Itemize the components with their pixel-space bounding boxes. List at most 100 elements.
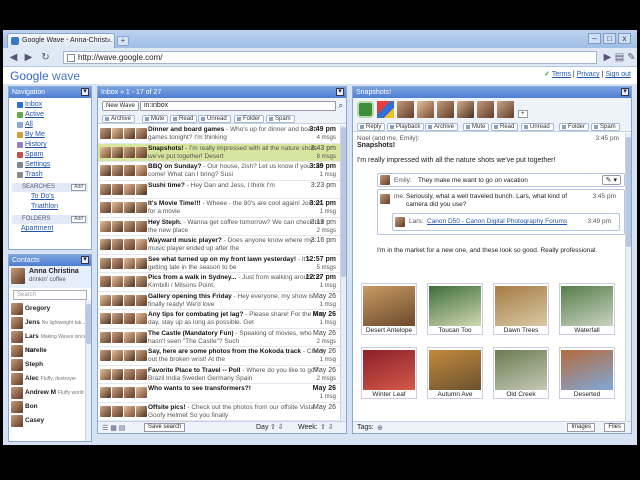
reply-blip-lars[interactable]: Lars: Canon D50 - Canon Digital Photogra…: [392, 213, 620, 231]
spam-button[interactable]: Spam: [591, 123, 620, 131]
wave-row[interactable]: Sushi time? - Hey Dan and Jess, I think …: [98, 181, 340, 199]
photo-thumbnail[interactable]: Desert Antelope: [361, 283, 417, 335]
contact-item[interactable]: Andrew M Fluffy world: [9, 386, 91, 400]
add-folder-button[interactable]: Add: [71, 216, 86, 223]
wave-row[interactable]: It's Movie Time!!! - Wheee - the 80's ar…: [98, 199, 340, 218]
save-search-button[interactable]: Save search: [144, 423, 186, 432]
wave-row[interactable]: Hey Steph. - Wanna get coffee tomorrow? …: [98, 218, 340, 236]
contact-item[interactable]: Gregory: [9, 302, 91, 316]
close-window-button[interactable]: x: [618, 33, 631, 44]
camera-link[interactable]: Canon D50 - Canon Digital Photography Fo…: [427, 218, 567, 225]
folder-apartment[interactable]: Apartment: [9, 224, 91, 234]
contact-item[interactable]: Bon: [9, 400, 91, 414]
contact-item[interactable]: Casey: [9, 414, 91, 428]
sidebar-item-inbox[interactable]: Inbox: [17, 100, 91, 110]
close-tab-icon[interactable]: ×: [106, 34, 111, 47]
wave-row[interactable]: The Castle (Mandatory Fun) - Speaking of…: [98, 329, 340, 347]
contact-item[interactable]: Steph: [9, 358, 91, 372]
sidebar-item-by-me[interactable]: By Me: [17, 130, 91, 140]
sign-out-link[interactable]: Sign out: [605, 71, 631, 78]
reply-button[interactable]: Reply: [357, 123, 386, 131]
day-arrows-icon[interactable]: ⇧ ⇩: [270, 423, 284, 431]
sidebar-item-all[interactable]: All: [17, 120, 91, 130]
read-button[interactable]: Read: [491, 123, 519, 131]
page-icon: [67, 54, 75, 62]
wave-row[interactable]: BBQ on Sunday? - Our house, 2ish? Let us…: [98, 162, 340, 181]
photo-thumbnail[interactable]: Deserted: [559, 347, 615, 399]
browser-tab[interactable]: Google Wave - Anna-Christ... ×: [7, 33, 115, 48]
wave-row[interactable]: Offsite pics! - Check out the photos fro…: [98, 403, 340, 421]
collapse-icon[interactable]: ▾: [81, 88, 89, 96]
playback-button[interactable]: Playback: [387, 123, 425, 131]
contact-item[interactable]: Narelle: [9, 344, 91, 358]
search-todos[interactable]: To Do's: [9, 192, 91, 202]
search-triathlon[interactable]: Triathlon: [9, 202, 91, 212]
wave-row[interactable]: Pics from a walk in Sydney... - Just fro…: [98, 273, 340, 292]
wave-row[interactable]: Wayward music player? - Does anyone know…: [98, 236, 340, 255]
reply-blip-emily[interactable]: Emily: They make me want to go on vacati…: [377, 173, 625, 187]
photo-thumbnail[interactable]: Toucan Too: [427, 283, 483, 335]
archive-button[interactable]: Archive: [102, 115, 136, 123]
wave-row[interactable]: See what turned up on my front lawn yest…: [98, 255, 340, 273]
view-list-icon[interactable]: ☰ ▦ ▤: [102, 424, 125, 432]
contacts-search-input[interactable]: Search: [13, 290, 87, 300]
address-bar[interactable]: http://wave.google.com/: [63, 51, 597, 64]
collapse-icon[interactable]: ▾: [81, 256, 89, 264]
contact-item[interactable]: Jens No lightweight tak...: [9, 316, 91, 330]
contact-item[interactable]: Alec Fluffy, destroyer: [9, 372, 91, 386]
new-tab-button[interactable]: +: [117, 36, 129, 46]
unread-button[interactable]: Unread: [521, 123, 554, 131]
wrench-icon[interactable]: ✎: [625, 51, 638, 64]
collapse-icon[interactable]: ▾: [621, 88, 629, 96]
photo-thumbnail[interactable]: Old Creek: [493, 347, 549, 399]
photo-thumbnail[interactable]: Winter Leaf: [361, 347, 417, 399]
wave-row[interactable]: Who wants to see transformers?! May 26 1 m…: [98, 384, 340, 403]
wave-row[interactable]: Dinner and board games - Who's up for di…: [98, 125, 340, 144]
collapse-icon[interactable]: ▾: [336, 88, 344, 96]
spam-button[interactable]: Spam: [266, 115, 295, 123]
read-button[interactable]: Read: [170, 115, 198, 123]
maximize-button[interactable]: □: [603, 33, 616, 44]
wave-row[interactable]: Snapshots! - I'm really impressed with a…: [98, 143, 340, 162]
sidebar-item-spam[interactable]: Spam: [17, 150, 91, 160]
wave-scrollbar[interactable]: [625, 133, 631, 421]
new-wave-button[interactable]: New Wave: [102, 101, 139, 111]
contacts-scrollbar[interactable]: [85, 300, 91, 441]
privacy-link[interactable]: Privacy: [577, 71, 600, 78]
wave-row[interactable]: Gallery opening this Friday - Hey everyo…: [98, 292, 340, 310]
add-search-button[interactable]: Add: [71, 184, 86, 191]
inbox-scrollbar[interactable]: [340, 125, 346, 421]
photo-thumbnail[interactable]: Dawn Trees: [493, 283, 549, 335]
folder-button[interactable]: Folder: [559, 123, 590, 131]
minimize-button[interactable]: –: [588, 33, 601, 44]
sidebar-item-active[interactable]: Active: [17, 110, 91, 120]
forward-arrow-icon[interactable]: ▶: [22, 51, 35, 64]
wave-row[interactable]: Say, here are some photos from the Kokod…: [98, 347, 340, 366]
back-arrow-icon[interactable]: ◀: [7, 51, 20, 64]
week-arrows-icon[interactable]: ⇧ ⇩: [320, 423, 334, 431]
unread-button[interactable]: Unread: [198, 115, 231, 123]
sidebar-item-settings[interactable]: Settings: [17, 160, 91, 170]
reply-blip-me[interactable]: me: Seriously, what a well traveled bunc…: [377, 189, 625, 235]
add-participant-button[interactable]: +: [518, 110, 528, 118]
inbox-search-input[interactable]: in:inbox: [140, 101, 336, 111]
folder-button[interactable]: Folder: [234, 115, 265, 123]
photo-thumbnail[interactable]: Autumn Ave: [427, 347, 483, 399]
edit-menu-icon[interactable]: ✎ ▾: [601, 175, 621, 185]
wave-row[interactable]: Any tips for combating jet lag? - Please…: [98, 310, 340, 329]
wave-row[interactable]: Favorite Place to Travel -- Poll - Where…: [98, 366, 340, 384]
archive-button[interactable]: Archive: [425, 123, 459, 131]
sidebar-item-trash[interactable]: Trash: [17, 170, 91, 180]
mute-button[interactable]: Mute: [142, 115, 169, 123]
files-button[interactable]: Files: [604, 423, 625, 432]
contact-item[interactable]: Lars Making Waves since 2007: [9, 330, 91, 354]
add-tag-icon[interactable]: ⊕: [377, 424, 383, 432]
photo-thumbnail[interactable]: Waterfall: [559, 283, 615, 335]
mute-button[interactable]: Mute: [463, 123, 490, 131]
sidebar-item-history[interactable]: History: [17, 140, 91, 150]
terms-link[interactable]: Terms: [552, 71, 571, 78]
search-icon[interactable]: ⌕: [339, 101, 343, 111]
images-button[interactable]: Images: [567, 423, 595, 432]
reload-icon[interactable]: ↻: [39, 51, 52, 64]
my-profile[interactable]: Anna Christina drinkin' coffee: [9, 266, 91, 288]
